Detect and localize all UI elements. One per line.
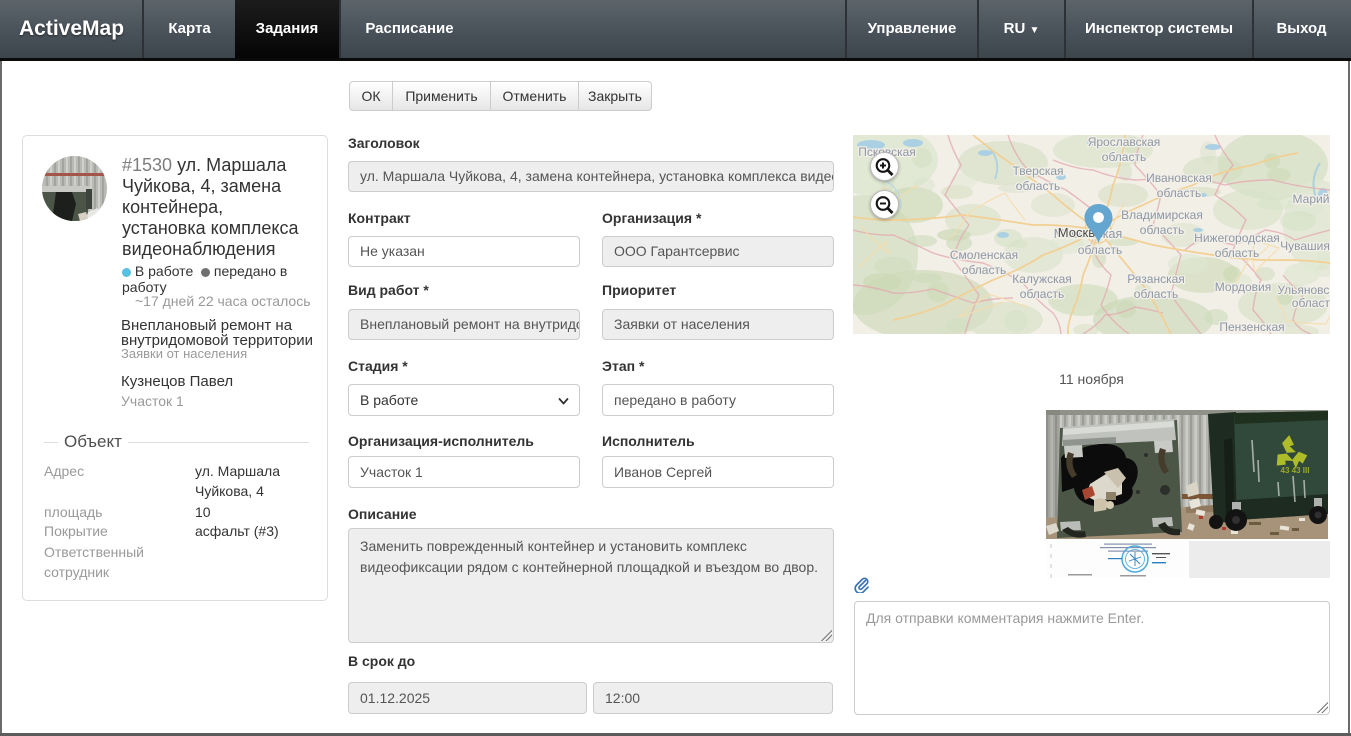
svg-text:область: область xyxy=(1016,179,1060,193)
svg-text:Ивановская: Ивановская xyxy=(1146,171,1212,185)
svg-text:43 43 III: 43 43 III xyxy=(1281,466,1310,475)
svg-text:область: область xyxy=(1292,296,1330,310)
svg-text:область: область xyxy=(1215,246,1259,260)
svg-text:Чувашия: Чувашия xyxy=(1280,239,1330,253)
svg-text:Марий: Марий xyxy=(1293,192,1330,206)
svg-text:Ярославская: Ярославская xyxy=(1088,135,1161,149)
svg-text:область: область xyxy=(1020,287,1064,301)
svg-text:область: область xyxy=(962,263,1006,277)
svg-text:Калужская: Калужская xyxy=(1012,272,1072,286)
svg-text:область: область xyxy=(1140,223,1184,237)
svg-text:область: область xyxy=(1078,243,1122,257)
svg-text:Пензенская: Пензенская xyxy=(1219,320,1284,334)
svg-text:Тверская: Тверская xyxy=(1012,164,1063,178)
svg-text:область: область xyxy=(1134,287,1178,301)
svg-text:Мордовия: Мордовия xyxy=(1215,280,1271,294)
svg-text:Владимирская: Владимирская xyxy=(1121,208,1203,222)
svg-text:Нижегородская: Нижегородская xyxy=(1194,231,1280,245)
svg-text:область: область xyxy=(1157,186,1201,200)
svg-text:область: область xyxy=(1102,150,1146,164)
svg-text:Ульяновск: Ульяновск xyxy=(1277,283,1330,297)
svg-text:Смоленская: Смоленская xyxy=(950,248,1018,262)
svg-text:Рязанская: Рязанская xyxy=(1127,272,1185,286)
